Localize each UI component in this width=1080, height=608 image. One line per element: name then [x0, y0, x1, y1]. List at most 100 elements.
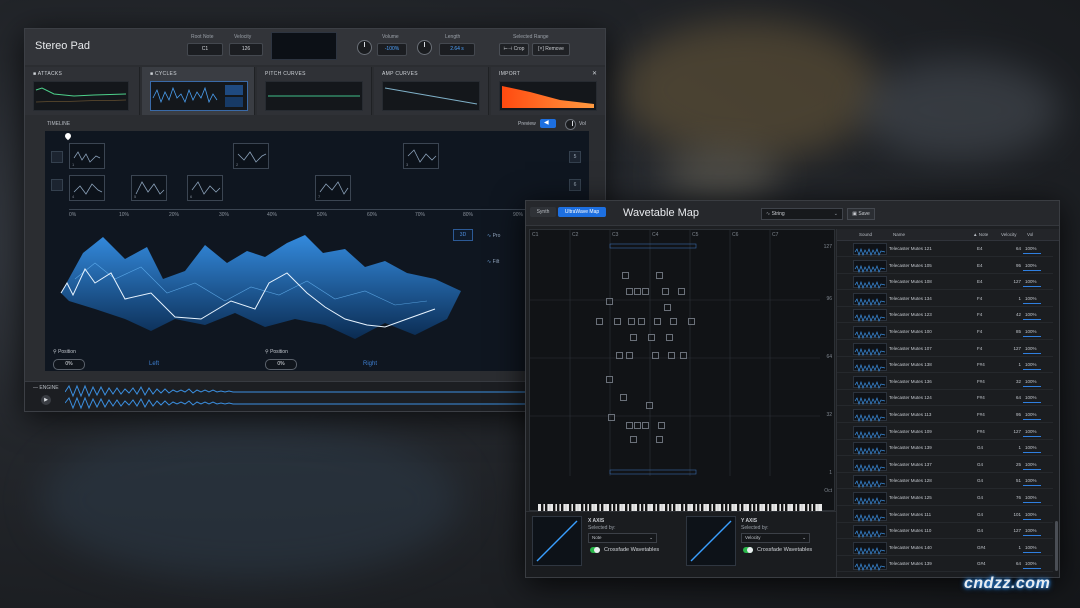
sample-zone[interactable]: [646, 402, 653, 409]
sample-velocity[interactable]: 101: [1005, 512, 1021, 517]
sample-velocity[interactable]: 1: [1005, 296, 1021, 301]
crop-button[interactable]: ⊢⊣ Crop: [499, 43, 529, 56]
sample-note[interactable]: F4: [977, 312, 982, 317]
sample-note[interactable]: G4: [977, 495, 983, 500]
sample-zone[interactable]: [608, 414, 615, 421]
sample-volume[interactable]: 100%: [1025, 246, 1037, 251]
sample-velocity[interactable]: 76: [1005, 495, 1021, 500]
list-item[interactable]: Telecaster Mutes 124 F#4 64 100%: [837, 390, 1053, 407]
sample-volume[interactable]: 100%: [1025, 528, 1037, 533]
sample-note[interactable]: G4: [977, 512, 983, 517]
sample-velocity[interactable]: 127: [1005, 279, 1021, 284]
col-name[interactable]: Name: [893, 232, 905, 237]
sample-volume[interactable]: 100%: [1025, 279, 1037, 284]
sample-zone[interactable]: [626, 288, 633, 295]
sample-zone[interactable]: [626, 422, 633, 429]
preset-selector[interactable]: ∿ String ⌄: [761, 208, 843, 220]
list-item[interactable]: Telecaster Mutes 136 F#4 32 100%: [837, 374, 1053, 390]
col-vol[interactable]: Vol: [1027, 232, 1033, 237]
play-button[interactable]: ▶: [41, 395, 51, 405]
sample-zone[interactable]: [658, 422, 665, 429]
sample-zone[interactable]: [664, 304, 671, 311]
sample-velocity[interactable]: 127: [1005, 346, 1021, 351]
sample-velocity[interactable]: 64: [1005, 246, 1021, 251]
sample-zone[interactable]: [606, 298, 613, 305]
list-item[interactable]: Telecaster Mutes 105 E4 95 100%: [837, 258, 1053, 274]
lane-button[interactable]: [51, 179, 63, 191]
wavetable-marker[interactable]: 4: [69, 175, 105, 201]
list-item[interactable]: Telecaster Mutes 108 E4 127 100%: [837, 274, 1053, 291]
list-item[interactable]: Telecaster Mutes 109 F#4 127 100%: [837, 424, 1053, 440]
sample-note[interactable]: F#4: [977, 362, 985, 367]
wavetable-marker[interactable]: 1: [69, 143, 105, 169]
side-button[interactable]: 5: [569, 151, 581, 163]
sample-note[interactable]: F4: [977, 346, 982, 351]
sample-zone[interactable]: [616, 352, 623, 359]
sample-note[interactable]: G4: [977, 445, 983, 450]
tab-amp-curves[interactable]: AMP CURVES: [374, 67, 489, 115]
sample-velocity[interactable]: 127: [1005, 429, 1021, 434]
y-axis-select[interactable]: Velocity ⌄: [741, 533, 810, 543]
length-knob[interactable]: [417, 40, 432, 55]
key-velocity-map[interactable]: C1 C2 C3 C4 C5 C6 C7 127 96 64 32 1 Oct: [529, 229, 835, 538]
col-sound[interactable]: Sound: [859, 232, 872, 237]
sample-zone[interactable]: [642, 422, 649, 429]
sample-volume[interactable]: 100%: [1025, 362, 1037, 367]
sample-note[interactable]: F#4: [977, 412, 985, 417]
sample-zone[interactable]: [656, 272, 663, 279]
list-item[interactable]: Telecaster Mutes 123 F4 42 100%: [837, 307, 1053, 324]
wavetable-marker[interactable]: 5: [131, 175, 167, 201]
tab-attacks[interactable]: ■ ATTACKS: [25, 67, 140, 115]
sample-zone[interactable]: [680, 352, 687, 359]
playhead-marker-icon[interactable]: [63, 131, 73, 141]
right-position-field[interactable]: 0%: [265, 359, 297, 370]
sample-volume[interactable]: 100%: [1025, 412, 1037, 417]
sample-zone[interactable]: [596, 318, 603, 325]
sample-volume[interactable]: 100%: [1025, 296, 1037, 301]
sample-volume[interactable]: 100%: [1025, 429, 1037, 434]
save-button[interactable]: ▣ Save: [847, 208, 875, 220]
sample-volume[interactable]: 100%: [1025, 395, 1037, 400]
sample-zone[interactable]: [642, 288, 649, 295]
sample-volume[interactable]: 100%: [1025, 346, 1037, 351]
velocity-field[interactable]: 126: [229, 43, 263, 56]
sample-zone[interactable]: [688, 318, 695, 325]
list-item[interactable]: Telecaster Mutes 121 E4 64 100%: [837, 241, 1053, 257]
sample-note[interactable]: G4: [977, 528, 983, 533]
length-field[interactable]: 2.64 s: [439, 43, 475, 56]
sample-note[interactable]: F4: [977, 296, 982, 301]
sample-note[interactable]: E4: [977, 246, 983, 251]
sample-note[interactable]: G4: [977, 462, 983, 467]
sample-note[interactable]: E4: [977, 279, 983, 284]
wavetable-marker[interactable]: 6: [187, 175, 223, 201]
sample-volume[interactable]: 100%: [1025, 263, 1037, 268]
sample-velocity[interactable]: 25: [1005, 462, 1021, 467]
sample-zone[interactable]: [668, 352, 675, 359]
sample-zone[interactable]: [662, 288, 669, 295]
list-item[interactable]: Telecaster Mutes 134 F4 1 100%: [837, 291, 1053, 307]
sample-zone[interactable]: [648, 334, 655, 341]
wavetable-marker[interactable]: 7: [315, 175, 351, 201]
remove-button[interactable]: [×] Remove: [532, 43, 570, 56]
tab-pitch-curves[interactable]: PITCH CURVES: [257, 67, 372, 115]
root-note-field[interactable]: C1: [187, 43, 223, 56]
filter-control[interactable]: ∿ Filt: [487, 259, 523, 281]
sample-velocity[interactable]: 1: [1005, 362, 1021, 367]
sample-velocity[interactable]: 64: [1005, 561, 1021, 566]
volume-field[interactable]: -100%: [377, 43, 407, 56]
sample-velocity[interactable]: 64: [1005, 395, 1021, 400]
list-scrollbar[interactable]: [1055, 521, 1058, 571]
sample-zone[interactable]: [620, 394, 627, 401]
sample-zone[interactable]: [630, 436, 637, 443]
sample-velocity[interactable]: 1: [1005, 545, 1021, 550]
sample-note[interactable]: G#4: [977, 561, 986, 566]
wavetable-marker[interactable]: 3: [403, 143, 439, 169]
x-axis-select[interactable]: Note ⌄: [588, 533, 657, 543]
col-velocity[interactable]: Velocity: [1001, 232, 1017, 237]
sample-velocity[interactable]: 85: [1005, 329, 1021, 334]
preview-toggle[interactable]: ◀: [540, 119, 556, 128]
list-item[interactable]: Telecaster Mutes 107 F4 127 100%: [837, 341, 1053, 357]
tab-cycles[interactable]: ■ CYCLES: [142, 67, 255, 115]
list-item[interactable]: Telecaster Mutes 138 F#4 1 100%: [837, 357, 1053, 374]
sample-note[interactable]: E4: [977, 263, 983, 268]
